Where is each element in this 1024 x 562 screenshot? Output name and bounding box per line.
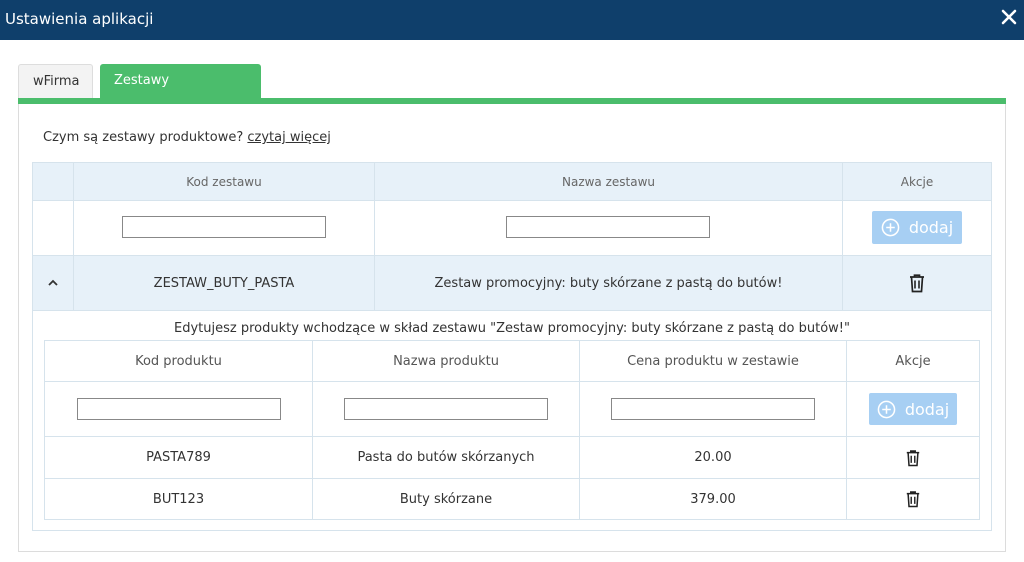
product-name: Buty skórzane: [399, 491, 493, 507]
delete-product-button[interactable]: [847, 479, 979, 519]
divider: [73, 163, 74, 310]
sets-header-code: Kod zestawu: [74, 163, 374, 200]
new-product-code-input[interactable]: [77, 398, 281, 420]
products-table: Kod produktu Nazwa produktu Cena produkt…: [44, 340, 980, 520]
trash-icon: [906, 449, 920, 466]
add-set-button[interactable]: dodaj: [872, 211, 962, 244]
add-product-button[interactable]: dodaj: [869, 393, 957, 425]
divider: [579, 341, 580, 519]
product-price: 379.00: [690, 491, 736, 507]
intro-text: Czym są zestawy produktowe? czytaj więce…: [43, 129, 331, 147]
sets-header-blank: [33, 163, 73, 200]
divider: [45, 436, 979, 437]
products-header-actions: Akcje: [895, 353, 931, 369]
set-name: Zestaw promocyjny: buty skórzane z pastą…: [434, 275, 783, 291]
product-code: PASTA789: [146, 450, 211, 465]
products-header-price: Cena produktu w zestawie: [627, 353, 799, 369]
divider: [312, 341, 313, 519]
add-product-label: dodaj: [904, 399, 950, 419]
divider: [33, 310, 991, 311]
divider: [45, 381, 979, 382]
delete-set-button[interactable]: [843, 256, 991, 310]
add-set-label: dodaj: [908, 218, 954, 237]
product-name: Pasta do butów skórzanych: [357, 450, 535, 465]
new-set-code-input[interactable]: [122, 216, 326, 238]
window-title: Ustawienia aplikacji: [5, 10, 154, 28]
tab-wfirma[interactable]: wFirma: [18, 64, 93, 98]
trash-icon: [910, 274, 924, 293]
window-titlebar: Ustawienia aplikacji: [0, 0, 1024, 40]
delete-product-button[interactable]: [847, 437, 979, 478]
products-header-code: Kod produktu: [135, 353, 222, 369]
close-icon[interactable]: [998, 6, 1020, 28]
trash-icon: [906, 491, 920, 508]
product-price: 20.00: [694, 450, 732, 465]
sets-header-actions: Akcje: [843, 163, 991, 200]
collapse-toggle[interactable]: [33, 256, 73, 310]
product-code: BUT123: [152, 491, 205, 507]
sets-header-name: Nazwa zestawu: [375, 163, 842, 200]
plus-circle-icon: [881, 218, 900, 237]
new-product-name-input[interactable]: [344, 398, 548, 420]
divider: [846, 341, 847, 519]
divider: [33, 200, 991, 201]
new-product-price-input[interactable]: [611, 398, 815, 420]
divider: [45, 478, 979, 479]
divider: [374, 163, 375, 310]
read-more-link[interactable]: czytaj więcej: [247, 130, 330, 145]
tab-zestawy-produktowe[interactable]: Zestawy produktowe: [100, 64, 261, 121]
intro-question: Czym są zestawy produktowe?: [43, 130, 244, 145]
new-set-name-input[interactable]: [506, 216, 710, 238]
products-header-name: Nazwa produktu: [393, 353, 499, 369]
products-caption: Edytujesz produkty wchodzące w skład zes…: [174, 321, 850, 336]
divider: [842, 163, 843, 310]
set-code: ZESTAW_BUTY_PASTA: [153, 275, 295, 291]
divider: [33, 255, 991, 256]
chevron-up-icon: [48, 279, 58, 286]
plus-circle-icon: [877, 400, 896, 418]
